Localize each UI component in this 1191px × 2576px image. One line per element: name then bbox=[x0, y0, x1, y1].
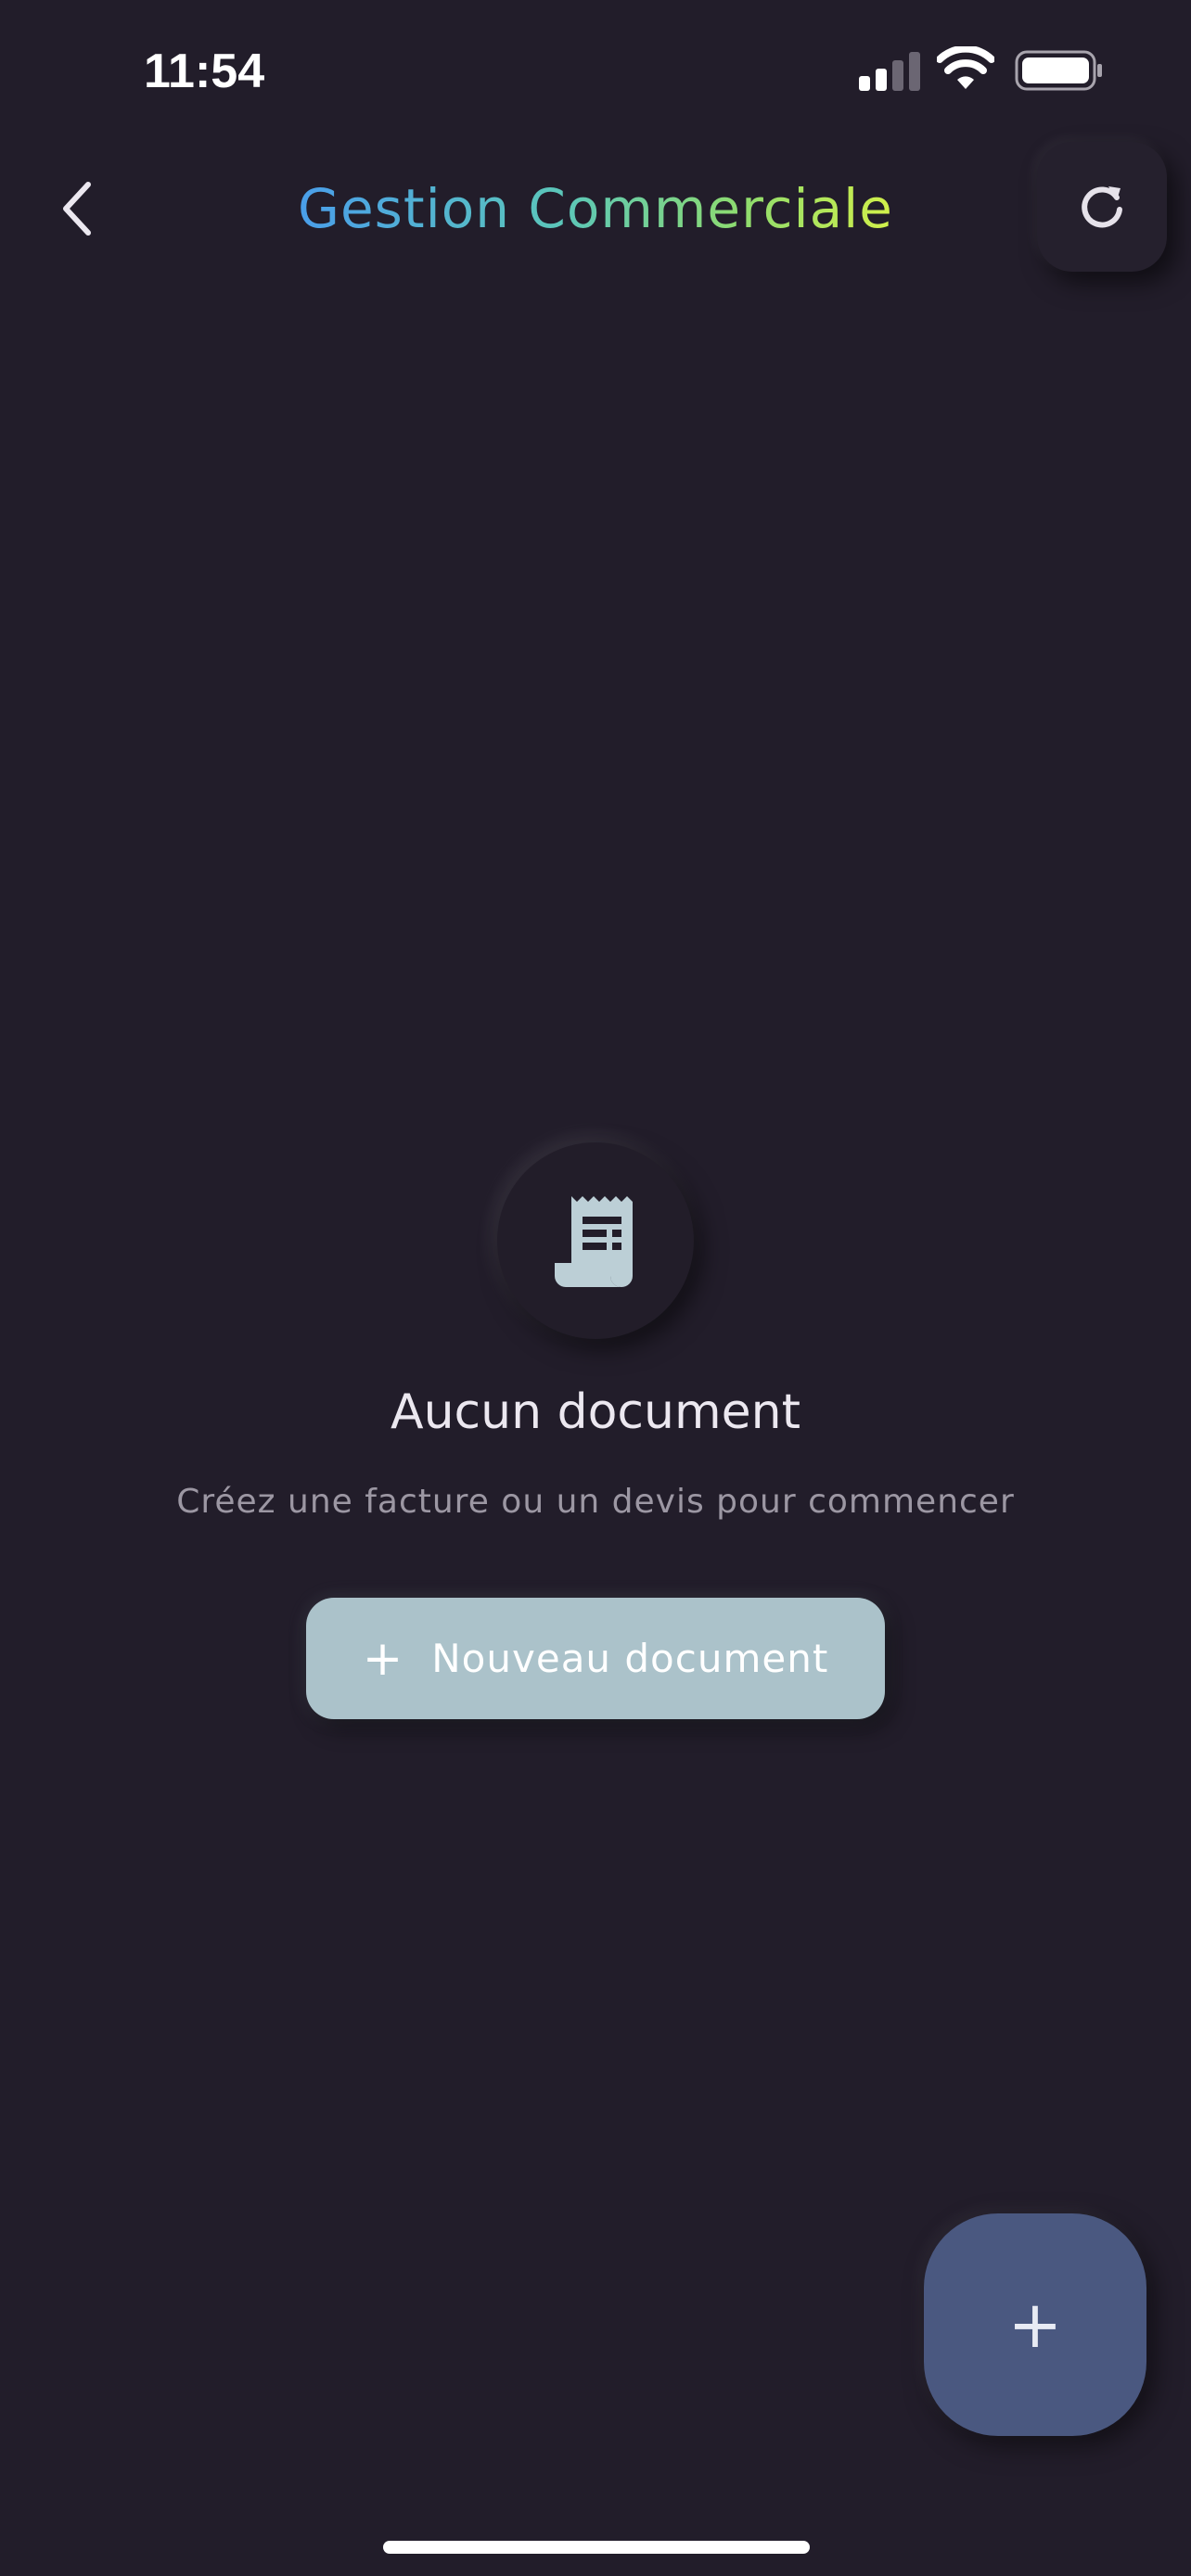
refresh-button[interactable] bbox=[1037, 142, 1167, 272]
new-document-button-label: Nouveau document bbox=[431, 1636, 829, 1681]
add-fab-button[interactable]: + bbox=[924, 2213, 1146, 2436]
page-title-text: Gestion Commerciale bbox=[298, 177, 893, 240]
cellular-signal-icon bbox=[859, 52, 920, 91]
plus-icon: + bbox=[1007, 2287, 1063, 2363]
battery-icon bbox=[1015, 50, 1102, 91]
empty-state-icon-container bbox=[497, 1142, 694, 1339]
refresh-icon bbox=[1082, 186, 1122, 228]
new-document-button[interactable]: + Nouveau document bbox=[306, 1598, 885, 1719]
home-indicator[interactable] bbox=[383, 2541, 810, 2554]
back-button[interactable] bbox=[45, 167, 109, 250]
status-time: 11:54 bbox=[144, 45, 265, 98]
chevron-left-icon bbox=[63, 182, 91, 236]
empty-state-subtitle: Créez une facture ou un devis pour comme… bbox=[176, 1483, 1015, 1521]
page-title: Gestion Commerciale bbox=[139, 167, 1052, 250]
receipt-icon bbox=[555, 1196, 633, 1287]
plus-icon: + bbox=[362, 1630, 404, 1687]
wifi-icon bbox=[937, 46, 994, 89]
empty-state-title: Aucun document bbox=[391, 1384, 800, 1440]
